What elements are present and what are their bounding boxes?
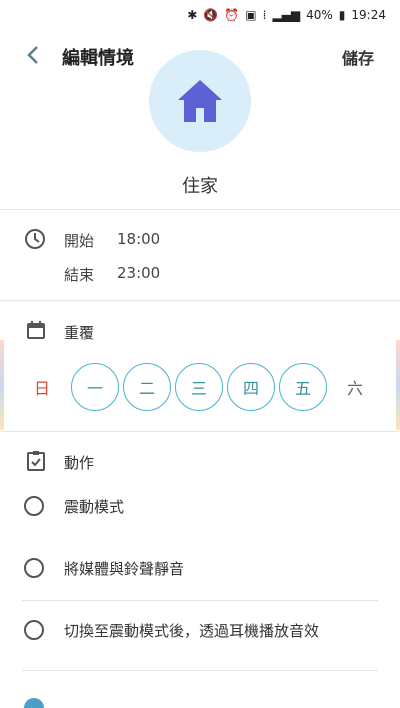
radio-button[interactable] (24, 620, 44, 640)
home-icon (178, 80, 222, 122)
profile-icon-button[interactable] (149, 50, 251, 152)
nfc-icon: ▣ (245, 8, 257, 22)
calendar-icon (27, 321, 45, 339)
day-wed[interactable]: 三 (175, 363, 223, 411)
day-sat[interactable]: 六 (331, 363, 379, 411)
decorative-strip (0, 340, 4, 430)
divider (22, 600, 378, 601)
start-time[interactable]: 18:00 (117, 230, 160, 248)
end-label: 結束 (64, 266, 95, 284)
radio-button[interactable] (24, 496, 44, 516)
signal-icon: ▂▄▆ (272, 8, 301, 22)
bluetooth-icon: ✱ (187, 8, 198, 22)
action-option[interactable]: 震動模式 (0, 478, 400, 536)
action-option-partial[interactable] (0, 688, 400, 708)
profile-hero: 住家 (0, 50, 400, 208)
mute-icon: 🔇 (203, 8, 219, 22)
status-icons: ✱ 🔇 ⏰ ▣ ⁞ ▂▄▆ 40% ▮ 19:24 (187, 8, 386, 22)
status-bar: ✱ 🔇 ⏰ ▣ ⁞ ▂▄▆ 40% ▮ 19:24 (0, 0, 400, 30)
sim-icon: ⁞ (262, 8, 267, 22)
divider (0, 300, 400, 301)
back-button[interactable] (20, 42, 46, 68)
actions-label: 動作 (64, 454, 95, 472)
battery-icon: ▮ (338, 8, 346, 22)
action-option-label: 切換至震動模式後，透過耳機播放音效 (64, 622, 320, 640)
clock-time: 19:24 (351, 8, 386, 22)
checklist-icon (27, 451, 45, 471)
day-tue[interactable]: 二 (123, 363, 171, 411)
battery-percent: 40% (306, 8, 333, 22)
radio-button-selected[interactable] (24, 698, 44, 708)
repeat-label: 重覆 (64, 324, 95, 342)
action-option[interactable]: 將媒體與鈴聲靜音 (0, 540, 400, 598)
page-title: 編輯情境 (62, 48, 134, 69)
alarm-icon: ⏰ (224, 8, 240, 22)
action-option-label: 將媒體與鈴聲靜音 (64, 560, 185, 578)
clock-icon (25, 229, 45, 249)
day-mon[interactable]: 一 (71, 363, 119, 411)
day-fri[interactable]: 五 (279, 363, 327, 411)
end-time[interactable]: 23:00 (117, 264, 160, 282)
profile-name[interactable]: 住家 (0, 172, 400, 198)
action-option[interactable]: 切換至震動模式後，透過耳機播放音效 (0, 602, 400, 660)
start-label: 開始 (64, 232, 95, 250)
divider (22, 670, 378, 671)
action-option-label: 震動模式 (64, 498, 125, 516)
day-thu[interactable]: 四 (227, 363, 275, 411)
radio-button[interactable] (24, 558, 44, 578)
divider (0, 431, 400, 432)
divider (0, 209, 400, 210)
day-sun[interactable]: 日 (18, 363, 66, 411)
back-arrow-icon (27, 46, 38, 64)
decorative-strip (396, 340, 400, 430)
save-button[interactable]: 儲存 (342, 45, 374, 69)
